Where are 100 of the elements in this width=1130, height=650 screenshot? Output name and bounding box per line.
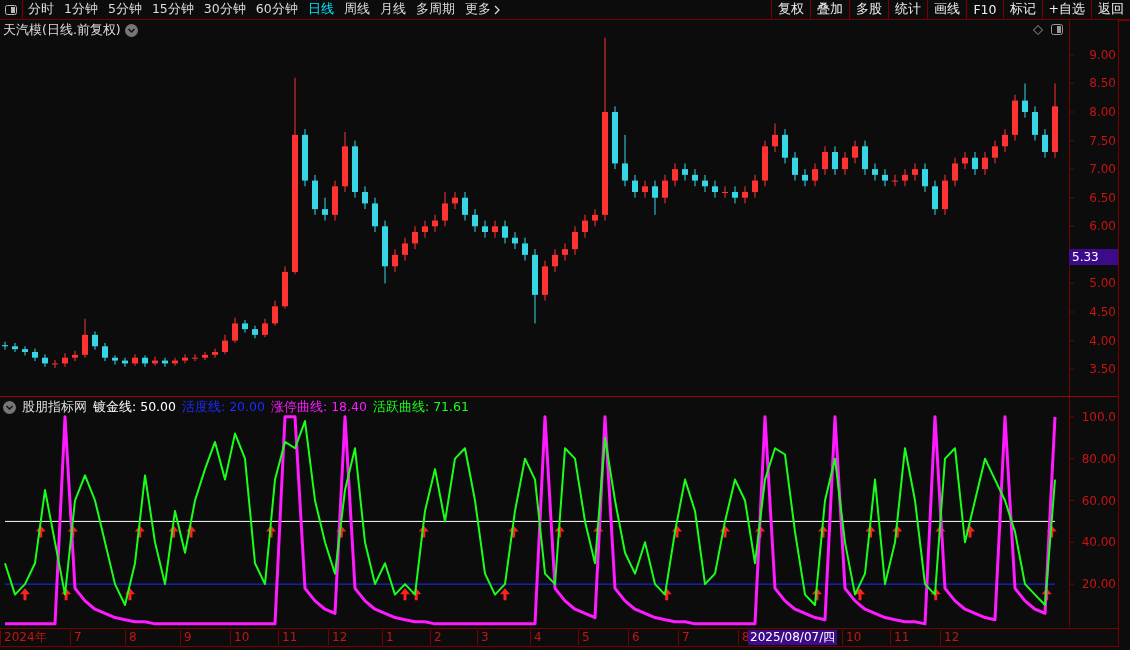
legend-reading: 涨停曲线: 18.40 <box>270 399 367 416</box>
candlestick <box>882 168 888 187</box>
period-tab[interactable]: 1分钟 <box>59 0 103 19</box>
dropdown-icon[interactable] <box>124 24 138 37</box>
candlestick <box>692 168 698 187</box>
up-arrow-icon <box>855 588 865 601</box>
more-button[interactable]: 更多 <box>459 0 505 19</box>
diamond-icon[interactable] <box>1033 24 1043 35</box>
up-arrow-icon <box>865 525 876 538</box>
toolbar-button[interactable]: 返回 <box>1091 0 1130 19</box>
axis-label: 8.50 <box>1089 76 1116 91</box>
toolbar-button[interactable]: 复权 <box>771 0 811 19</box>
period-tab[interactable]: 5分钟 <box>102 0 147 19</box>
up-arrow-icon <box>661 588 672 601</box>
period-tab[interactable]: 周线 <box>338 0 375 19</box>
axis-label: 7 <box>70 630 82 645</box>
candlestick <box>482 220 488 239</box>
candlestick <box>992 140 998 164</box>
up-arrow-icon <box>186 525 196 538</box>
toolbar-button[interactable]: F10 <box>966 0 1003 19</box>
candlestick <box>932 180 938 216</box>
candlestick <box>982 151 988 176</box>
period-tab[interactable]: 60分钟 <box>250 0 303 19</box>
axis-label: 7 <box>678 630 690 645</box>
candlestick <box>322 197 328 222</box>
dropdown-icon[interactable] <box>3 401 16 414</box>
axis-label: 11 <box>890 630 910 645</box>
axis-label: 7.00 <box>1089 162 1116 177</box>
candlestick <box>652 180 658 216</box>
candlestick <box>952 157 958 187</box>
axis-label: 20.00 <box>1081 577 1116 592</box>
candlestick <box>842 151 848 176</box>
candlestick <box>192 353 198 362</box>
axis-label: 3 <box>477 630 489 645</box>
candlestick <box>572 225 578 256</box>
candlestick <box>52 359 58 369</box>
period-tab[interactable]: 分时 <box>23 0 59 19</box>
axis-label: 8 <box>125 630 137 645</box>
axis-label: 12 <box>328 630 348 645</box>
axis-label: 5.00 <box>1089 276 1116 291</box>
candlestick <box>942 174 948 216</box>
candlestick <box>2 341 8 351</box>
candlestick <box>802 168 808 187</box>
candlestick <box>852 140 858 164</box>
candlestick <box>12 342 18 353</box>
candlestick <box>1012 94 1018 142</box>
up-arrow-icon <box>720 525 730 538</box>
axis-label: 6.00 <box>1089 219 1116 234</box>
toolbar-button[interactable]: +自选 <box>1041 0 1091 19</box>
candlestick <box>822 145 828 176</box>
up-arrow-icon <box>125 588 135 601</box>
candlestick <box>662 174 668 204</box>
period-tab[interactable]: 日线 <box>302 0 339 19</box>
candlestick <box>152 356 158 367</box>
candlestick <box>792 151 798 182</box>
toolbar-button[interactable]: 叠加 <box>810 0 850 19</box>
up-arrow-icon <box>168 525 179 538</box>
candlestick <box>672 162 678 187</box>
candlestick <box>312 174 318 216</box>
period-tab[interactable]: 30分钟 <box>198 0 251 19</box>
axis-label: 9.00 <box>1089 47 1116 62</box>
candlestick <box>332 180 338 222</box>
candlestick <box>242 319 248 334</box>
panel-toggle-icon[interactable] <box>1051 24 1063 35</box>
panel-toggle-icon[interactable] <box>5 4 17 15</box>
toolbar-button[interactable]: 标记 <box>1002 0 1042 19</box>
candlestick <box>102 342 108 362</box>
up-arrow-icon <box>930 588 941 601</box>
candlestick <box>272 300 278 327</box>
up-arrow-icon <box>818 525 828 538</box>
candlestick <box>502 220 508 244</box>
candlestick <box>1022 82 1028 119</box>
candlestick <box>392 248 398 273</box>
candlestick <box>442 191 448 227</box>
candlestick <box>72 350 78 362</box>
candlestick <box>732 185 738 204</box>
candlestick <box>492 220 498 239</box>
toolbar-button[interactable]: 多股 <box>849 0 889 19</box>
candlestick <box>902 168 908 187</box>
axis-label: 7.50 <box>1089 133 1116 148</box>
toolbar-button[interactable]: 统计 <box>888 0 928 19</box>
axis-label: 11 <box>278 630 298 645</box>
period-tab[interactable]: 15分钟 <box>146 0 199 19</box>
candlestick <box>622 134 628 187</box>
axis-label: 4 <box>530 630 542 645</box>
date-cursor-label: 2025/08/07/四 <box>748 630 838 645</box>
candlestick <box>552 248 558 273</box>
candlestick <box>542 260 548 302</box>
period-tab[interactable]: 月线 <box>374 0 411 19</box>
candlestick <box>362 185 368 210</box>
period-tab[interactable]: 多周期 <box>410 0 460 19</box>
up-arrow-icon <box>672 525 682 538</box>
candlestick <box>812 162 818 187</box>
candlestick <box>452 191 458 210</box>
up-arrow-icon <box>965 525 975 538</box>
up-arrow-icon <box>336 525 347 538</box>
indicator-title: 股朋指标网 <box>22 399 87 416</box>
axis-label: 100.0 <box>1081 409 1116 424</box>
candlestick <box>422 220 428 239</box>
toolbar-button[interactable]: 画线 <box>927 0 967 19</box>
